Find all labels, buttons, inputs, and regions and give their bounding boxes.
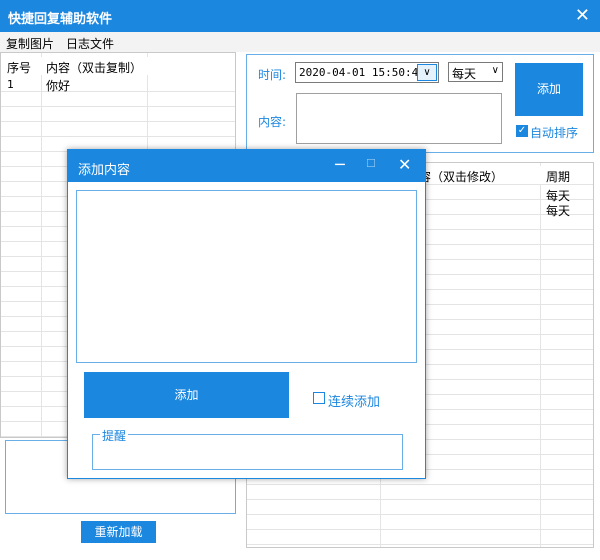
content-input[interactable] <box>296 93 502 144</box>
add-button[interactable]: 添加 <box>515 63 583 116</box>
remind-group[interactable] <box>92 434 403 470</box>
menu-bar: 复制图片 日志文件 <box>0 32 600 52</box>
header-content[interactable]: 内容（双击复制） <box>46 59 142 76</box>
title-bar: 快捷回复辅助软件 ✕ <box>0 0 600 32</box>
header-period[interactable]: 周期 <box>546 168 570 185</box>
close-icon[interactable]: ✕ <box>575 5 590 26</box>
continuous-add-label: 连续添加 <box>328 395 381 410</box>
chevron-down-icon[interactable]: ∨ <box>417 64 437 81</box>
row-period: 每天 <box>546 204 571 218</box>
content-label: 内容: <box>258 115 287 129</box>
dialog-content-input[interactable] <box>76 190 417 363</box>
period-value: 每天 <box>452 67 477 81</box>
dialog-add-button[interactable]: 添加 <box>84 372 289 418</box>
chevron-down-icon: ∨ <box>491 65 499 76</box>
header-index[interactable]: 序号 <box>7 59 31 76</box>
column-divider <box>41 53 42 437</box>
row-index: 1 <box>7 78 14 91</box>
datetime-value: 2020-04-01 15:50:47 <box>299 66 425 79</box>
continuous-add-checkbox[interactable] <box>313 392 325 404</box>
maximize-icon[interactable]: ☐ <box>366 157 376 170</box>
add-content-dialog: 添加内容 ─ ☐ ✕ 添加 连续添加 提醒 <box>67 149 426 479</box>
auto-sort-label: 自动排序 <box>530 126 579 140</box>
period-select[interactable]: 每天 ∨ <box>448 62 503 82</box>
dialog-title-bar[interactable]: 添加内容 ─ ☐ ✕ <box>68 150 425 182</box>
table-header: 序号 内容（双击复制） <box>1 57 235 75</box>
reload-button[interactable]: 重新加载 <box>81 521 156 543</box>
time-label: 时间: <box>258 68 287 82</box>
datetime-picker[interactable]: 2020-04-01 15:50:47 ∨ <box>295 62 439 83</box>
close-icon[interactable]: ✕ <box>398 155 411 174</box>
auto-sort-checkbox[interactable]: ✓ <box>516 125 528 137</box>
header-content[interactable]: 容（双击修改） <box>419 168 503 185</box>
menu-item-log-file[interactable]: 日志文件 <box>66 35 114 52</box>
remind-label: 提醒 <box>100 427 129 444</box>
dialog-title: 添加内容 <box>78 163 131 178</box>
row-content: 你好 <box>46 79 71 93</box>
window-title: 快捷回复辅助软件 <box>8 12 113 27</box>
minimize-icon[interactable]: ─ <box>335 155 345 174</box>
menu-item-copy-image[interactable]: 复制图片 <box>6 35 54 52</box>
column-divider <box>540 163 541 547</box>
